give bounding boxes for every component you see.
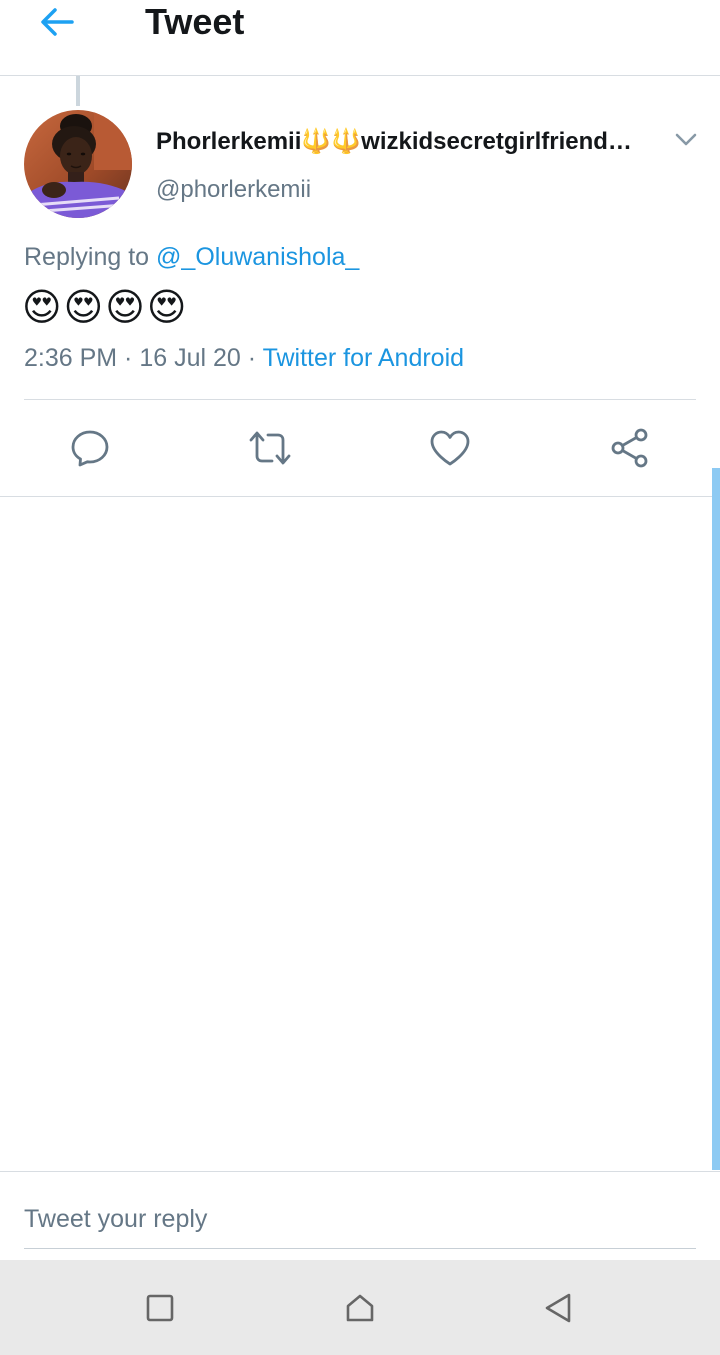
tweet-meta: 2:36 PM · 16 Jul 20 · Twitter for Androi… [24,341,464,375]
share-icon [611,428,648,468]
avatar[interactable] [24,110,132,218]
chevron-down-icon [675,133,697,146]
home-icon [346,1294,374,1322]
replying-to-mention-link[interactable]: @_Oluwanishola_ [156,243,359,271]
retweet-icon [249,431,291,465]
home-button[interactable] [336,1284,384,1332]
scrollbar[interactable] [712,468,720,1170]
heart-icon [430,430,470,466]
system-back-button[interactable] [534,1284,582,1332]
tweet-time: 2:36 PM [24,344,118,372]
meta-separator: · [240,344,263,372]
reply-input[interactable] [24,1190,696,1249]
user-handle[interactable]: @phorlerkemii [156,174,311,206]
arrow-left-icon [41,8,74,36]
meta-separator: · [117,344,140,372]
retweet-button[interactable] [248,426,292,470]
like-button[interactable] [428,426,472,470]
share-button[interactable] [608,426,652,470]
square-icon [146,1294,174,1322]
reply-bubble-icon [71,430,109,467]
replying-to-line: Replying to @_Oluwanishola_ [24,240,359,274]
tweet-action-bar [0,400,720,497]
tweet-text: 😍😍😍😍 [22,287,189,329]
triangle-back-icon [545,1293,571,1323]
app-header: Tweet [0,0,720,76]
more-options-button[interactable] [668,122,704,158]
tweet-source-link[interactable]: Twitter for Android [263,344,464,372]
reply-composer [0,1171,720,1261]
display-name[interactable]: Phorlerkemii🔱🔱wizkidsecretgirlfriend… [156,125,656,159]
system-navigation-bar [0,1260,720,1355]
recents-button[interactable] [136,1284,184,1332]
back-button[interactable] [30,0,84,44]
replying-to-label: Replying to [24,243,157,271]
tweet-date: 16 Jul 20 [139,344,241,372]
profile-photo-icon [24,110,132,218]
page-title: Tweet [145,1,245,42]
reply-button[interactable] [68,426,112,470]
thread-connector-line [76,76,80,106]
